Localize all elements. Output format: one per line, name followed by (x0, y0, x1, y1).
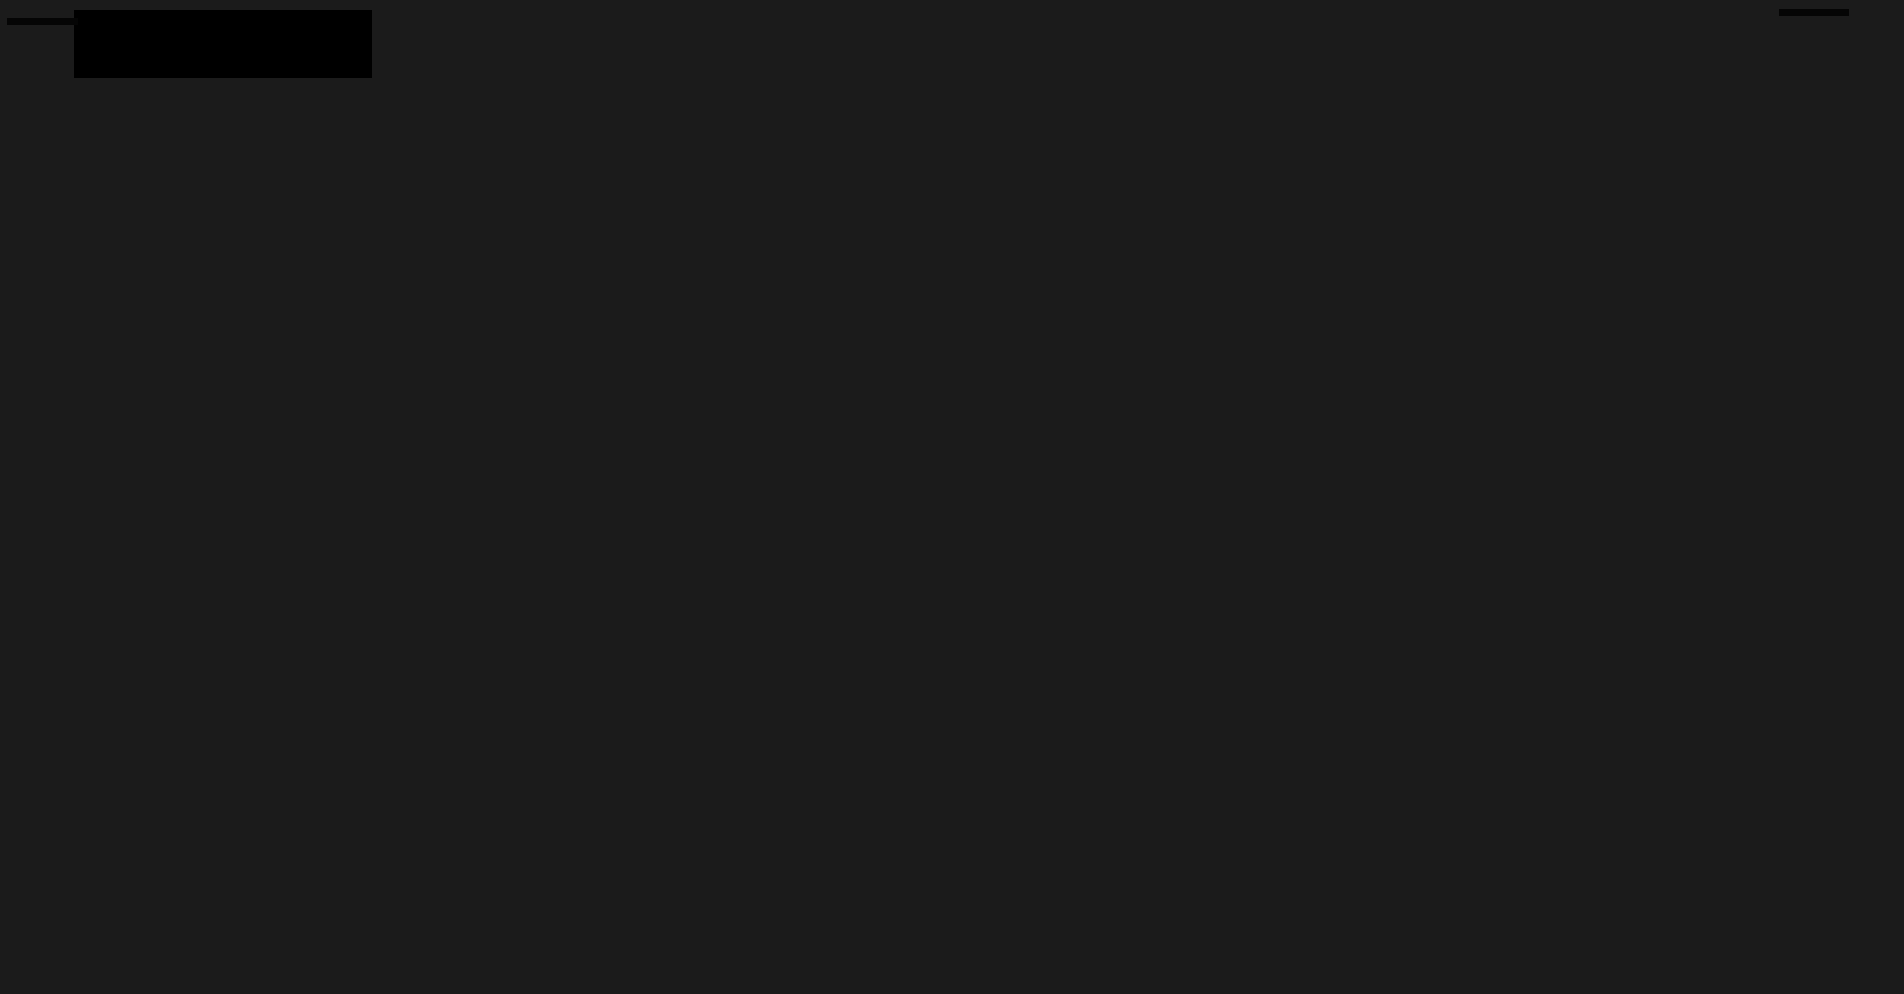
swing-pivots-panel[interactable] (1779, 9, 1849, 16)
bench-marks-panel[interactable] (7, 18, 78, 25)
chart-window (0, 0, 1904, 994)
chart-canvas-overlay[interactable] (0, 0, 1904, 994)
